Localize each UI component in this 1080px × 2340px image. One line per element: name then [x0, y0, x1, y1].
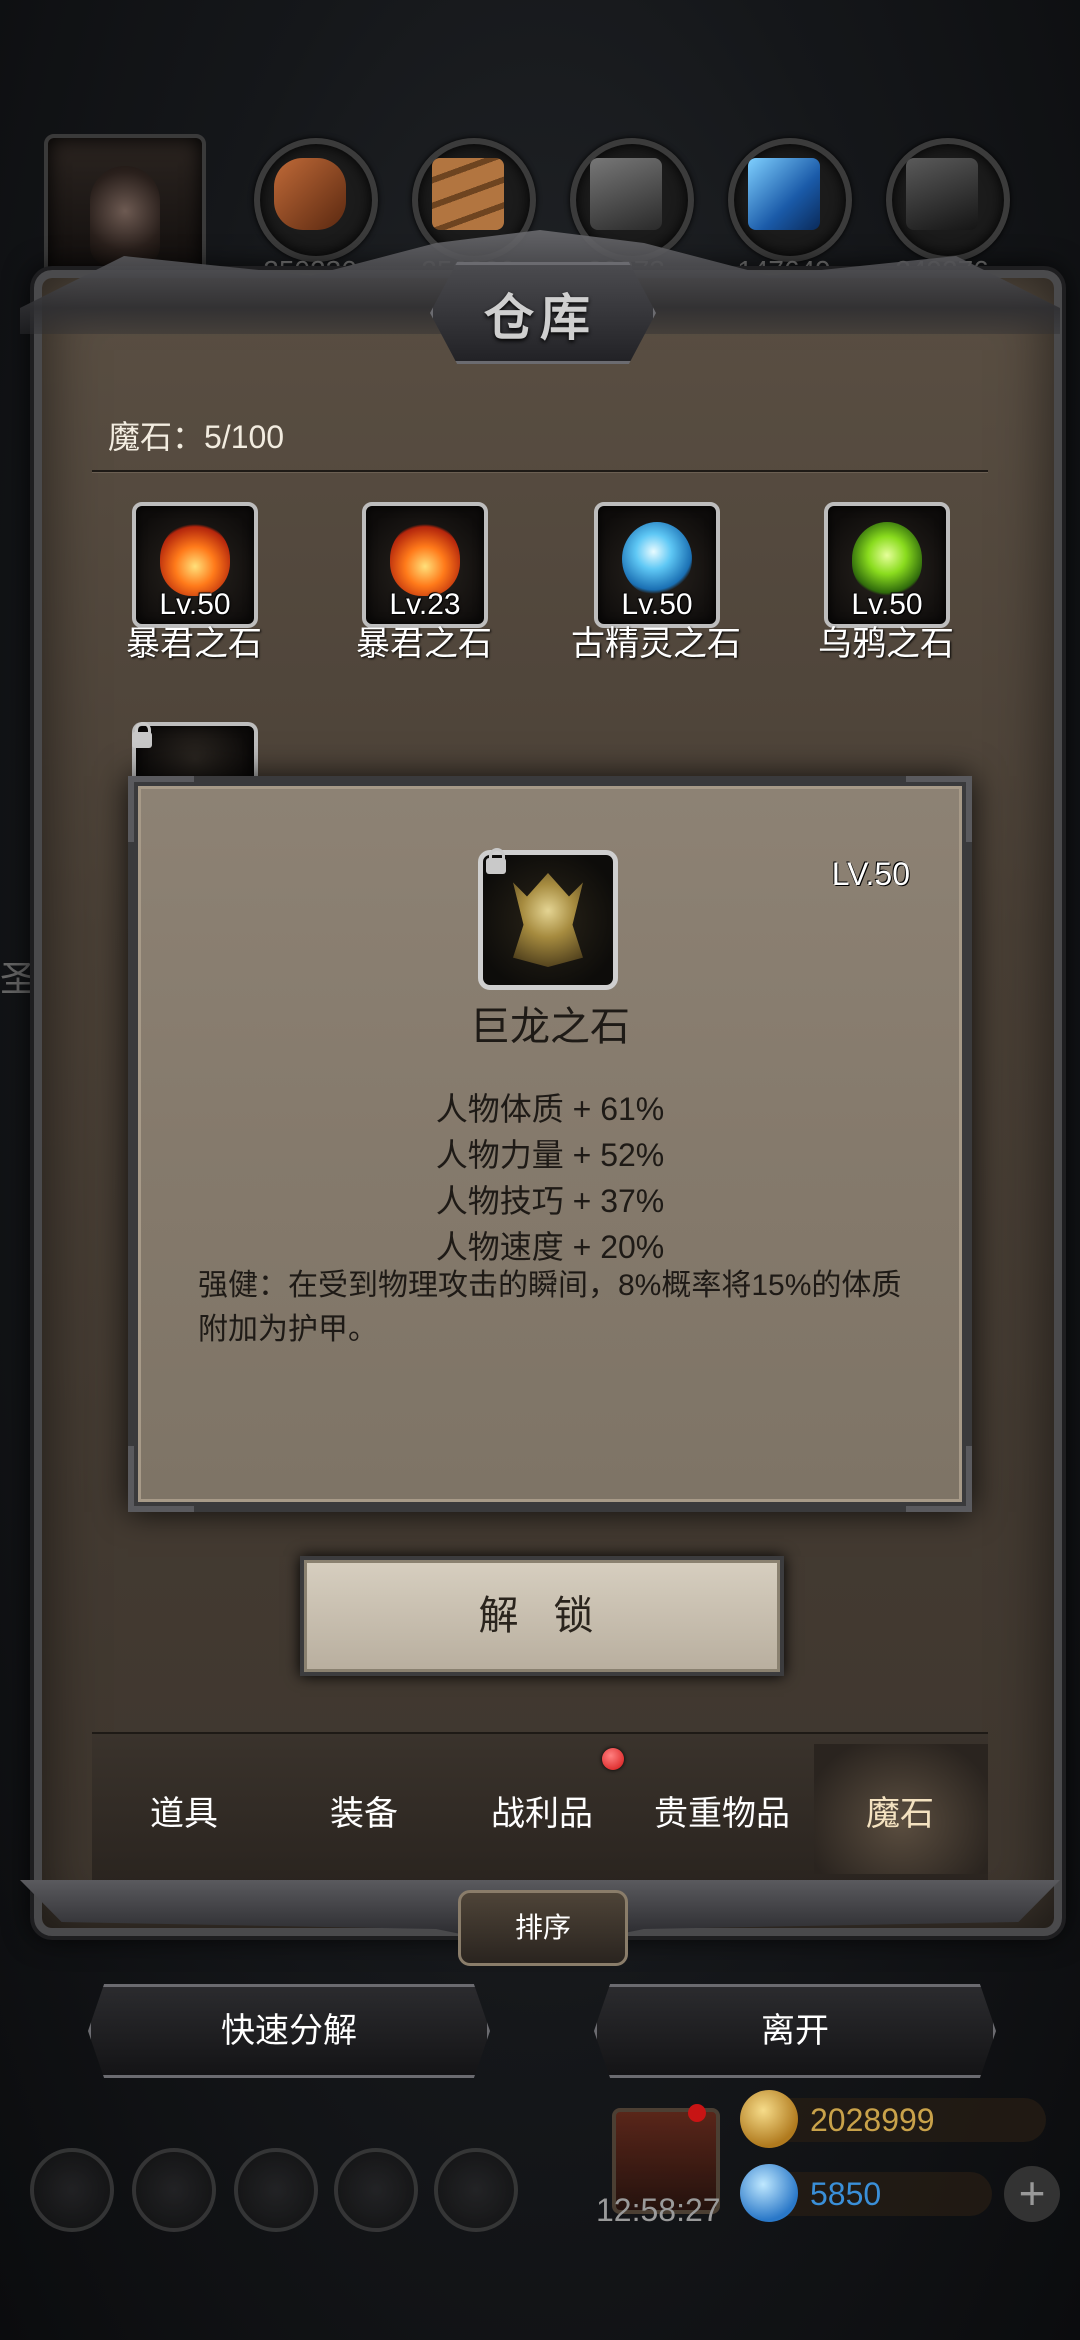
- lock-icon: [486, 848, 506, 874]
- stat-line: 人物速度 + 20%: [435, 1229, 665, 1265]
- stat-line: 人物力量 + 52%: [435, 1137, 665, 1173]
- tab-magic-stones[interactable]: 魔石: [810, 1786, 990, 1835]
- gold-value: 2028999: [810, 2102, 935, 2138]
- notification-dot: [688, 2104, 706, 2122]
- fire-gem-icon: [160, 522, 230, 596]
- item-detail-popup: LV.50 巨龙之石 人物体质 + 61% 人物力量 + 52% 人物技巧 + …: [128, 776, 972, 1512]
- unlock-button[interactable]: 解 锁: [300, 1556, 784, 1676]
- wood-log-icon[interactable]: [254, 138, 378, 262]
- settings-icon[interactable]: [30, 2148, 114, 2232]
- poison-crystal-icon: [852, 522, 922, 596]
- item-name: 暴君之石: [356, 625, 492, 663]
- popup-corner: [906, 1446, 972, 1512]
- popup-corner: [128, 1446, 194, 1512]
- popup-corner: [128, 776, 194, 842]
- magic-stone-count: 魔石：5/100: [108, 419, 285, 455]
- guild-icon[interactable]: [234, 2148, 318, 2232]
- item-slot[interactable]: Lv.50: [594, 502, 720, 628]
- crystal-icon[interactable]: [728, 138, 852, 262]
- item-title: 巨龙之石: [470, 1005, 630, 1049]
- panel-title: 仓库: [484, 289, 596, 347]
- item-name: 乌鸦之石: [818, 625, 954, 663]
- mail-icon[interactable]: [334, 2148, 418, 2232]
- background-glyph: 圣: [0, 958, 37, 999]
- stat-line: 人物体质 + 61%: [435, 1091, 665, 1127]
- item-name: 暴君之石: [126, 625, 262, 663]
- fire-gem-icon: [390, 522, 460, 596]
- timer: 12:58:27: [596, 2192, 721, 2228]
- item-slot[interactable]: Lv.23: [362, 502, 488, 628]
- blue-gem-icon: [740, 2164, 798, 2222]
- item-slot[interactable]: Lv.50: [132, 502, 258, 628]
- iron-icon[interactable]: [886, 138, 1010, 262]
- divider-top: [92, 470, 988, 472]
- add-currency-button[interactable]: +: [1004, 2166, 1060, 2222]
- leave-button[interactable]: 离开: [594, 1984, 996, 2078]
- tab-equipment[interactable]: 装备: [274, 1786, 454, 1835]
- gold-coin-icon: [740, 2090, 798, 2148]
- item-description: 强健：在受到物理攻击的瞬间，8%概率将15%的体质附加为护甲。: [198, 1269, 902, 1346]
- achievement-icon[interactable]: [132, 2148, 216, 2232]
- stat-line: 人物技巧 + 37%: [435, 1183, 665, 1219]
- tab-items[interactable]: 道具: [94, 1786, 274, 1835]
- category-tabs: 道具 装备 战利品 贵重物品 魔石: [92, 1734, 988, 1884]
- lock-icon: [132, 722, 152, 748]
- bag-icon[interactable]: [434, 2148, 518, 2232]
- notification-dot: [602, 1748, 624, 1770]
- item-name: 古精灵之石: [571, 625, 741, 663]
- popup-corner: [906, 776, 972, 842]
- tab-loot[interactable]: 战利品: [452, 1786, 632, 1835]
- item-level: LV.50: [831, 856, 910, 892]
- sort-button[interactable]: 排序: [458, 1890, 628, 1966]
- quick-decompose-button[interactable]: 快速分解: [88, 1984, 490, 2078]
- item-slot[interactable]: Lv.50: [824, 502, 950, 628]
- dragon-gem-icon: [513, 873, 583, 967]
- hooded-character-icon: [90, 166, 160, 266]
- water-orb-icon: [622, 522, 692, 596]
- gem-value: 5850: [810, 2176, 882, 2212]
- tab-valuables[interactable]: 贵重物品: [632, 1786, 812, 1835]
